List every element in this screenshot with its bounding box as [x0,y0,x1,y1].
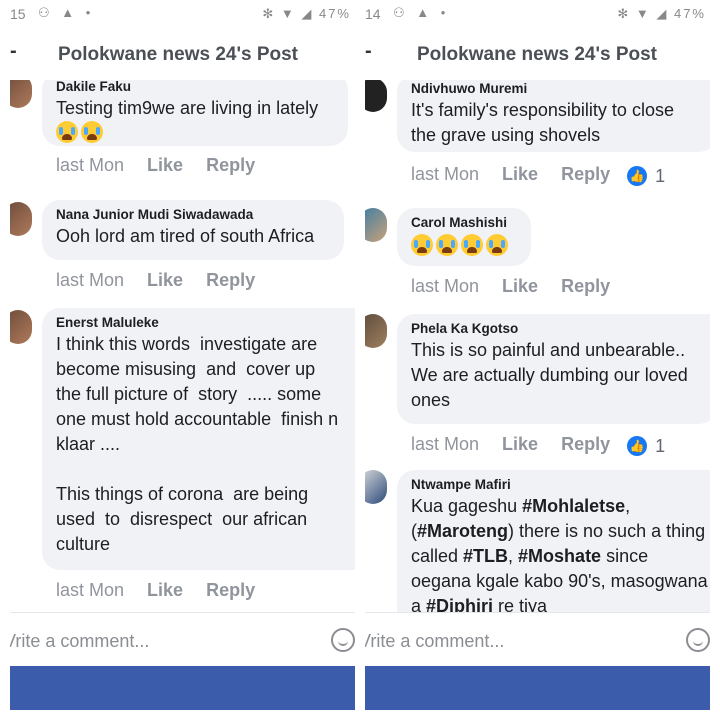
comment-actions: last Mon Like Reply [56,270,273,291]
post-title: Polokwane news 24's Post [58,44,298,65]
notification-icons: ⚇ ▲ • [393,5,450,20]
system-icons: ✻ ▼ ◢ 47% [617,6,706,21]
notification-icons: ⚇ ▲ • [38,5,95,20]
like-button[interactable]: Like [147,155,183,175]
commenter-name[interactable]: Carol Mashishi [411,214,517,232]
comment-bubble: Carol Mashishi [397,208,531,266]
left-screenshot-panel: 15 ⚇ ▲ • ✻ ▼ ◢ 47% - Polokwane news 24's… [10,0,355,720]
crying-face-icon [81,121,103,143]
status-bar: 14 ⚇ ▲ • ✻ ▼ ◢ 47% [365,0,710,30]
reply-button[interactable]: Reply [561,164,610,184]
reply-button[interactable]: Reply [206,580,255,600]
comment-text: Ooh lord am tired of south Africa [56,226,315,246]
like-button[interactable]: Like [147,270,183,290]
post-header: - Polokwane news 24's Post [365,34,710,80]
post-header: - Polokwane news 24's Post [10,34,355,80]
comment-bubble: Phela Ka Kgotso This is so painful and u… [397,314,710,424]
like-button[interactable]: Like [502,434,538,454]
emoji-row [56,121,334,143]
comment-time: last Mon [56,155,125,175]
commenter-name[interactable]: Dakile Faku [56,80,334,96]
status-time: 15 [10,6,26,22]
bottom-bar [10,666,355,710]
reaction-number: 1 [655,435,666,456]
battery-percent: 47% [318,6,351,21]
commenter-name[interactable]: Nana Junior Mudi Siwadawada [56,206,330,224]
comment-time: last Mon [411,434,480,454]
like-button[interactable]: Like [502,164,538,184]
avatar[interactable] [10,80,32,108]
back-arrow-icon[interactable]: - [365,40,372,63]
commenter-name[interactable]: Ntwampe Mafiri [411,476,710,494]
avatar[interactable] [365,470,387,504]
bottom-bar [365,666,710,710]
like-button[interactable]: Like [147,580,183,600]
status-bar: 15 ⚇ ▲ • ✻ ▼ ◢ 47% [10,0,355,30]
commenter-name[interactable]: Ndivhuwo Muremi [411,80,703,98]
reaction-count[interactable]: 👍 1 [627,166,683,187]
crying-face-icon [56,121,78,143]
comment-actions: last Mon Like Reply [56,580,273,601]
comment-actions: last Mon Like Reply [56,155,273,176]
status-time: 14 [365,6,381,22]
reply-button[interactable]: Reply [561,276,610,296]
comment-actions: last Mon Like Reply 👍 1 [411,164,701,187]
comment-time: last Mon [56,580,125,600]
comment-bubble: Ndivhuwo Muremi It's family's responsibi… [397,80,710,152]
reply-button[interactable]: Reply [561,434,610,454]
comment-bubble: Enerst Maluleke I think this words inves… [42,308,355,570]
comment-bubble: Dakile Faku Testing tim9we are living in… [42,80,348,146]
comment-time: last Mon [411,276,480,296]
crying-face-icon [461,234,483,256]
right-screenshot-panel: 14 ⚇ ▲ • ✻ ▼ ◢ 47% - Polokwane news 24's… [365,0,710,720]
avatar[interactable] [365,208,387,242]
comment-text: Testing tim9we are living in lately [56,98,319,118]
avatar[interactable] [365,314,387,348]
reply-button[interactable]: Reply [206,270,255,290]
comment-time: last Mon [56,270,125,290]
comment-text: It's family's responsibility to close th… [411,100,674,145]
comment-input[interactable]: Vrite a comment... [365,631,504,652]
reaction-count[interactable]: 👍 1 [627,436,683,457]
back-arrow-icon[interactable]: - [10,40,17,63]
avatar[interactable] [365,80,387,112]
emoji-picker-icon[interactable] [331,628,355,652]
comments-list[interactable]: Dakile Faku Testing tim9we are living in… [10,80,355,612]
comment-text: I think this words investigate are becom… [56,334,339,554]
comment-composer[interactable]: Vrite a comment... [10,612,355,668]
comment-actions: last Mon Like Reply 👍 1 [411,434,701,457]
comment-input[interactable]: Vrite a comment... [10,631,149,652]
comment-text: This is so painful and unbearable.. We a… [411,340,688,410]
comment-actions: last Mon Like Reply [411,276,628,297]
commenter-name[interactable]: Enerst Maluleke [56,314,355,332]
reaction-number: 1 [655,165,666,186]
emoji-row [411,234,517,256]
avatar[interactable] [10,202,32,236]
emoji-picker-icon[interactable] [686,628,710,652]
commenter-name[interactable]: Phela Ka Kgotso [411,320,703,338]
comments-list[interactable]: Ndivhuwo Muremi It's family's responsibi… [365,80,710,612]
post-title: Polokwane news 24's Post [417,44,657,65]
reply-button[interactable]: Reply [206,155,255,175]
comment-composer[interactable]: Vrite a comment... [365,612,710,668]
battery-percent: 47% [673,6,706,21]
system-icons: ✻ ▼ ◢ 47% [262,6,351,21]
crying-face-icon [411,234,433,256]
comment-time: last Mon [411,164,480,184]
avatar[interactable] [10,310,32,344]
thumbs-up-icon: 👍 [627,166,648,186]
comment-bubble: Ntwampe Mafiri Kua gageshu #Mohlaletse,(… [397,470,710,612]
thumbs-up-icon: 👍 [627,436,648,456]
crying-face-icon [486,234,508,256]
like-button[interactable]: Like [502,276,538,296]
comment-bubble: Nana Junior Mudi Siwadawada Ooh lord am … [42,200,344,260]
crying-face-icon [436,234,458,256]
comment-text: Kua gageshu #Mohlaletse,(#Maroteng) ther… [411,496,710,612]
